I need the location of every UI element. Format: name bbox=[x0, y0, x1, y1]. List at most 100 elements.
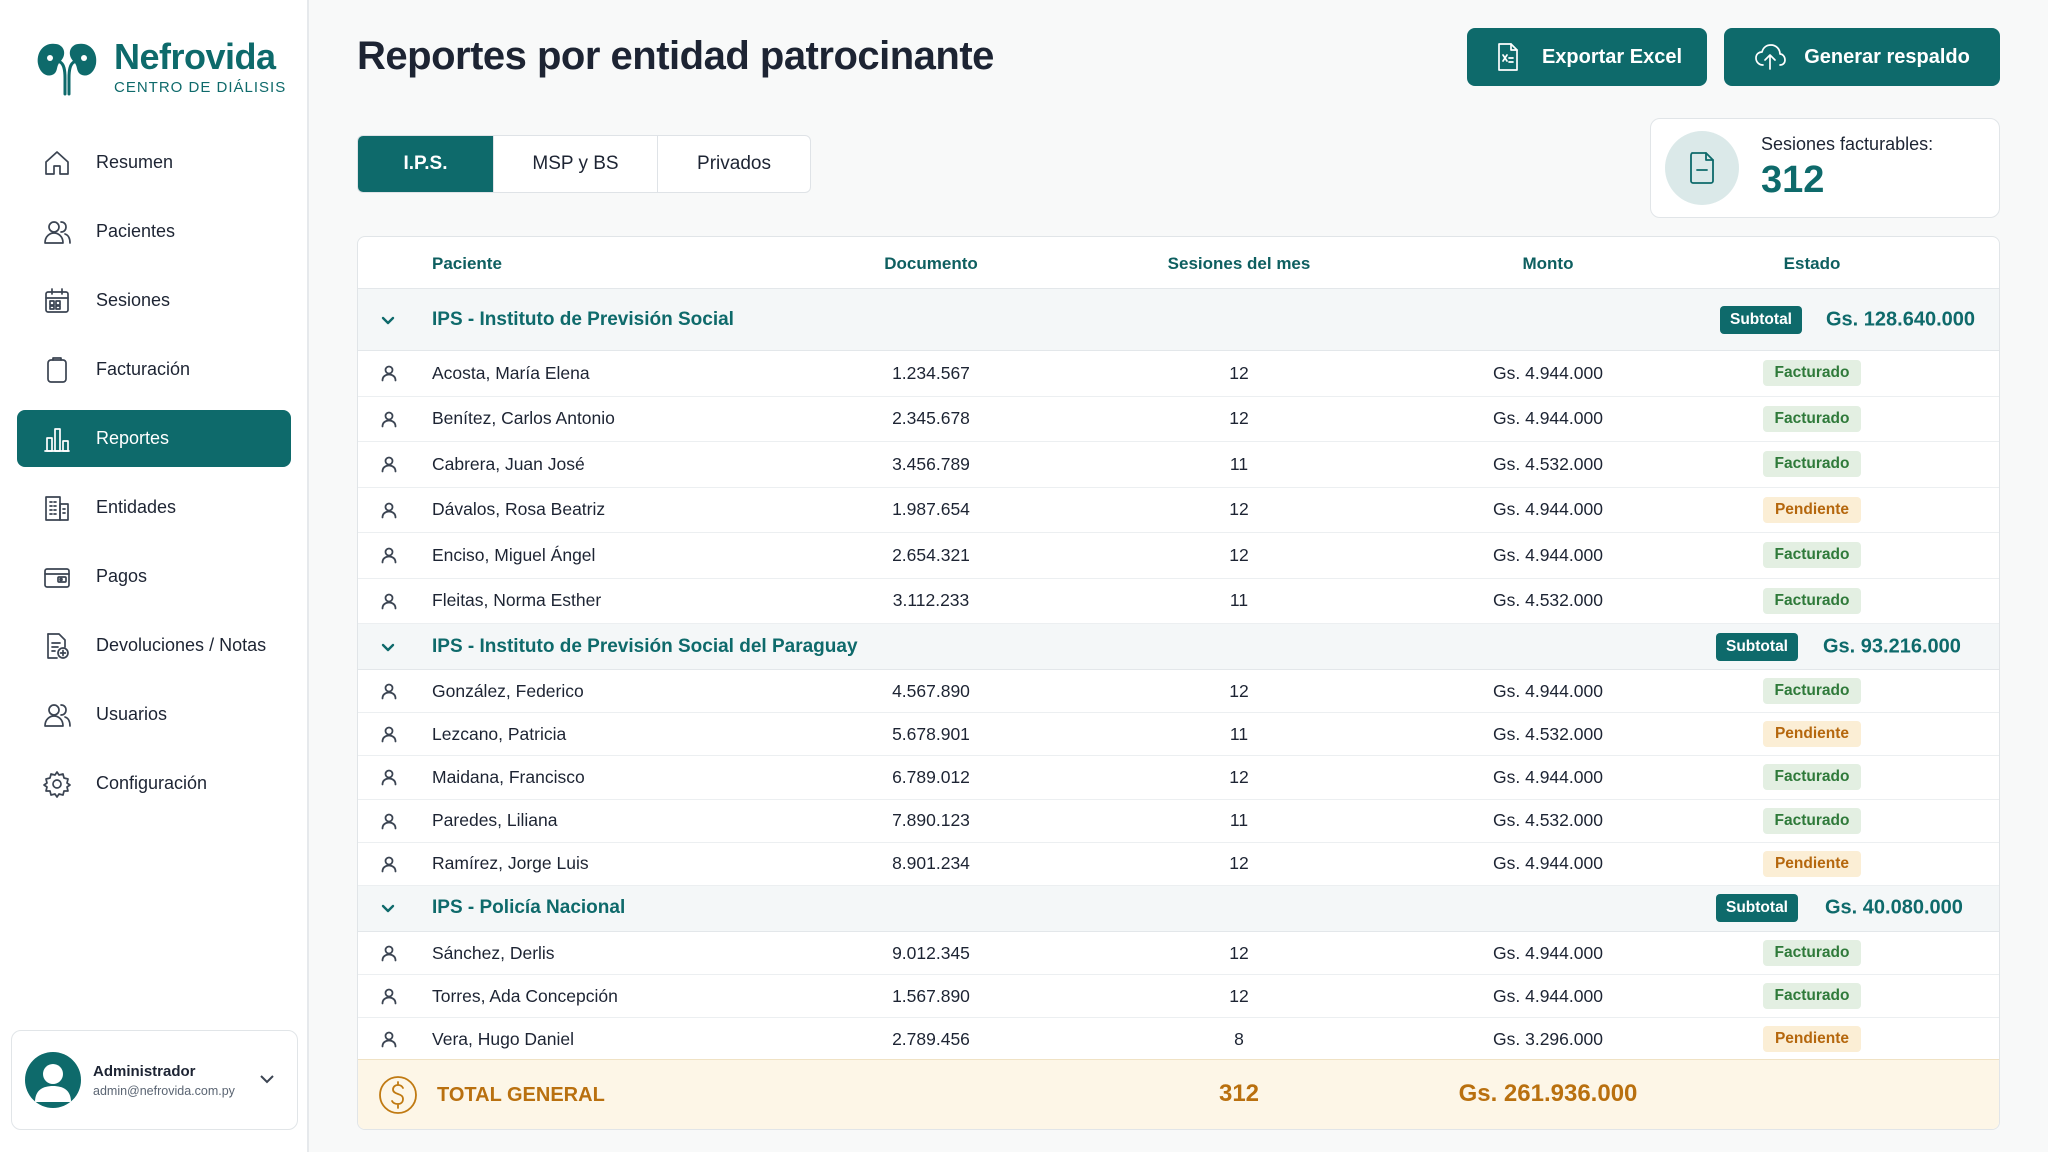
sidebar-item-pagos[interactable]: Pagos bbox=[17, 548, 291, 605]
sidebar-item-label: Reportes bbox=[96, 428, 170, 448]
wallet-icon bbox=[41, 561, 73, 593]
patient-sessions: 11 bbox=[1229, 810, 1249, 831]
column-header-sesiones[interactable]: Sesiones del mes bbox=[1139, 254, 1339, 274]
table-row[interactable]: Cabrera, Juan José 3.456.789 11 Gs. 4.532.0… bbox=[358, 442, 1999, 488]
table-row[interactable]: Torres, Ada Concepción 1.567.890 12 Gs. 4.9… bbox=[358, 975, 1999, 1019]
patient-name: Paredes, Liliana bbox=[432, 810, 558, 831]
excel-file-icon bbox=[1498, 43, 1518, 71]
patient-amount: Gs. 4.532.000 bbox=[1493, 723, 1603, 744]
patient-icon bbox=[378, 579, 400, 624]
subtotal-badge: Subtotal bbox=[1716, 632, 1798, 661]
building-icon bbox=[41, 492, 73, 524]
patient-document: 6.789.012 bbox=[892, 766, 970, 787]
sidebar-item-usuarios[interactable]: Usuarios bbox=[17, 686, 291, 743]
export-excel-button[interactable]: Exportar Excel bbox=[1467, 28, 1707, 86]
tab-ips[interactable]: I.P.S. bbox=[358, 136, 494, 192]
group-subtotal: Gs. 93.216.000 bbox=[1823, 635, 1961, 657]
sidebar-item-entidades[interactable]: Entidades bbox=[17, 479, 291, 536]
sidebar-item-configuracion[interactable]: Configuración bbox=[17, 755, 291, 812]
chevron-down-icon[interactable] bbox=[378, 637, 398, 657]
sidebar-item-label: Usuarios bbox=[96, 704, 168, 724]
patient-name: Torres, Ada Concepción bbox=[432, 985, 618, 1006]
sidebar-item-devoluciones[interactable]: Devoluciones / Notas bbox=[17, 617, 291, 674]
sidebar-item-facturacion[interactable]: Facturación bbox=[17, 341, 291, 398]
status-cell: Pendiente bbox=[1756, 843, 1868, 885]
gear-icon bbox=[41, 768, 73, 800]
table-row[interactable]: González, Federico 4.567.890 12 Gs. 4.944.0… bbox=[358, 670, 1999, 714]
table-row[interactable]: Sánchez, Derlis 9.012.345 12 Gs. 4.944.000 F… bbox=[358, 932, 1999, 976]
table-row[interactable]: Lezcano, Patricia 5.678.901 11 Gs. 4.532.00… bbox=[358, 713, 1999, 757]
status-badge: Pendiente bbox=[1762, 1026, 1862, 1053]
table-row[interactable]: Maidana, Francisco 6.789.012 12 Gs. 4.944.0… bbox=[358, 756, 1999, 800]
column-header-monto[interactable]: Monto bbox=[1448, 254, 1648, 274]
patient-document: 1.987.654 bbox=[892, 499, 970, 520]
patient-sessions: 12 bbox=[1229, 942, 1249, 963]
chevron-down-icon[interactable] bbox=[257, 1069, 277, 1089]
table-header: Paciente Documento Sesiones del mes Mont… bbox=[358, 237, 1999, 289]
total-general-row: TOTAL GENERAL 312 Gs. 261.936.000 bbox=[358, 1059, 1999, 1129]
table-row[interactable]: Enciso, Miguel Ángel 2.654.321 12 Gs. 4.944… bbox=[358, 533, 1999, 579]
status-badge: Pendiente bbox=[1762, 721, 1862, 748]
tab-msp-bs[interactable]: MSP y BS bbox=[494, 136, 658, 192]
patient-document: 3.456.789 bbox=[892, 453, 970, 474]
table-row[interactable]: Acosta, María Elena 1.234.567 12 Gs. 4.944.… bbox=[358, 351, 1999, 397]
patient-sessions: 12 bbox=[1229, 544, 1249, 565]
sidebar-item-pacientes[interactable]: Pacientes bbox=[17, 203, 291, 260]
brand-subtitle: CENTRO DE DIÁLISIS bbox=[114, 79, 287, 96]
total-amount: Gs. 261.936.000 bbox=[1458, 1080, 1638, 1107]
status-badge: Facturado bbox=[1762, 678, 1862, 705]
tab-privados[interactable]: Privados bbox=[658, 136, 810, 192]
patient-icon bbox=[378, 756, 400, 798]
status-cell: Facturado bbox=[1756, 932, 1868, 974]
patient-icon bbox=[378, 1018, 400, 1060]
backup-label: Generar respaldo bbox=[1804, 45, 1970, 68]
patient-document: 9.012.345 bbox=[892, 942, 970, 963]
group-name: IPS - Instituto de Previsión Social del … bbox=[432, 635, 858, 657]
patient-document: 7.890.123 bbox=[892, 810, 970, 831]
group-row[interactable]: IPS - Instituto de Previsión Social del … bbox=[358, 624, 1999, 670]
sidebar-item-label: Resumen bbox=[96, 152, 174, 172]
patient-icon bbox=[378, 670, 400, 712]
status-badge: Facturado bbox=[1762, 807, 1862, 834]
column-header-documento[interactable]: Documento bbox=[831, 254, 1031, 274]
sidebar-item-reportes[interactable]: Reportes bbox=[17, 410, 291, 467]
patient-sessions: 12 bbox=[1229, 408, 1249, 429]
user-menu[interactable]: Administrador admin@nefrovida.com.py bbox=[11, 1030, 298, 1130]
patient-icon bbox=[378, 713, 400, 755]
group-name: IPS - Instituto de Previsión Social bbox=[432, 308, 734, 330]
patient-name: Ramírez, Jorge Luis bbox=[432, 853, 589, 874]
document-icon bbox=[1690, 152, 1714, 184]
brand-name: Nefrovida bbox=[114, 36, 276, 77]
patient-amount: Gs. 4.944.000 bbox=[1493, 544, 1603, 565]
sidebar-item-label: Devoluciones / Notas bbox=[96, 635, 267, 655]
document-icon-circle bbox=[1665, 131, 1739, 205]
sidebar-item-label: Pacientes bbox=[96, 221, 176, 241]
chevron-down-icon[interactable] bbox=[378, 898, 398, 918]
home-icon bbox=[41, 147, 73, 179]
chevron-down-icon[interactable] bbox=[378, 310, 398, 330]
patient-amount: Gs. 3.296.000 bbox=[1493, 1028, 1603, 1049]
table-row[interactable]: Paredes, Liliana 7.890.123 11 Gs. 4.532.000… bbox=[358, 800, 1999, 843]
patient-document: 2.789.456 bbox=[892, 1028, 970, 1049]
column-header-estado[interactable]: Estado bbox=[1756, 254, 1868, 274]
table-row[interactable]: Ramírez, Jorge Luis 8.901.234 12 Gs. 4.944.… bbox=[358, 843, 1999, 886]
group-row[interactable]: IPS - Instituto de Previsión Social Subto… bbox=[358, 289, 1999, 351]
kpi-label: Sesiones facturables: bbox=[1761, 134, 1934, 154]
backup-button[interactable]: Generar respaldo bbox=[1724, 28, 2000, 86]
table-row[interactable]: Benítez, Carlos Antonio 2.345.678 12 Gs. 4.… bbox=[358, 397, 1999, 442]
sidebar-item-resumen[interactable]: Resumen bbox=[17, 134, 291, 191]
status-badge: Facturado bbox=[1762, 542, 1862, 569]
table-row[interactable]: Fleitas, Norma Esther 3.112.233 11 Gs. 4.53… bbox=[358, 579, 1999, 624]
column-header-paciente[interactable]: Paciente bbox=[432, 254, 502, 274]
kpi-value: 312 bbox=[1761, 159, 1825, 201]
table-row[interactable]: Dávalos, Rosa Beatriz 1.987.654 12 Gs. 4.94… bbox=[358, 488, 1999, 533]
brand[interactable]: Nefrovida CENTRO DE DIÁLISIS bbox=[34, 38, 286, 96]
patient-name: Lezcano, Patricia bbox=[432, 723, 567, 744]
group-row[interactable]: IPS - Policía Nacional Subtotal Gs. 40.080… bbox=[358, 885, 1999, 932]
sidebar-item-sesiones[interactable]: Sesiones bbox=[17, 272, 291, 329]
table-body: IPS - Instituto de Previsión Social Subto… bbox=[358, 289, 1999, 1062]
file-plus-icon bbox=[41, 630, 73, 662]
table-row[interactable]: Vera, Hugo Daniel 2.789.456 8 Gs. 3.296.000… bbox=[358, 1018, 1999, 1062]
calendar-icon bbox=[41, 285, 73, 317]
status-cell: Facturado bbox=[1756, 670, 1868, 712]
